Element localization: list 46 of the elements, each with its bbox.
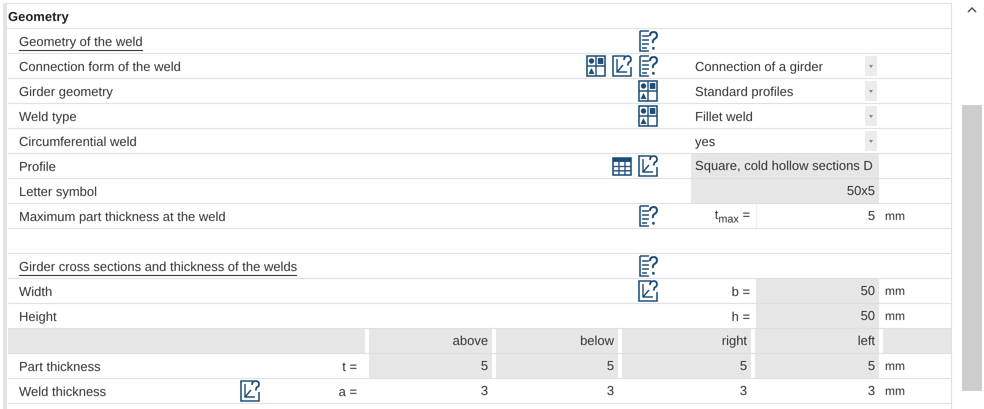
chart-help-icon[interactable] (638, 155, 658, 177)
field-label: Width (19, 284, 52, 298)
shapes-grid-icon[interactable] (638, 105, 658, 127)
caret-icon (865, 81, 878, 101)
help-document-icon[interactable] (638, 30, 658, 52)
section-title: Geometry (7, 8, 69, 24)
symbol-label: a = (338, 384, 358, 398)
caret-icon (865, 131, 878, 151)
output-field: 50x5 (691, 179, 880, 203)
field-label: Profile (19, 158, 56, 174)
chart-help-icon[interactable] (638, 280, 658, 302)
unit-label: mm (884, 309, 906, 323)
symbol-label: h = (730, 308, 752, 324)
field-label: Part thickness (19, 358, 101, 374)
field-label: Maximum part thickness at the weld (19, 208, 226, 224)
field-label: Weld thickness (19, 384, 106, 398)
shapes-grid-icon[interactable] (638, 80, 658, 102)
symbol-label: t$_{max}$ = (714, 206, 752, 226)
subsection-heading: Geometry of the weld (19, 34, 143, 50)
chart-help-icon[interactable] (240, 380, 260, 402)
table-icon[interactable] (612, 155, 632, 177)
unit-label: mm (884, 384, 906, 398)
field-label: Connection form of the weld (19, 58, 181, 74)
symbol-label: b = (730, 284, 752, 298)
unit-label: mm (884, 284, 906, 298)
help-document-icon[interactable] (638, 205, 658, 227)
output-field: Square, cold hollow sections D (691, 154, 880, 178)
caret-icon (865, 106, 878, 126)
field-label: Letter symbol (19, 184, 98, 198)
subsection-heading: Girder cross sections and thickness of the welds (19, 258, 298, 276)
scrollbar-thumb[interactable] (962, 105, 982, 391)
chart-help-icon[interactable] (612, 55, 632, 77)
output-field: 50 (756, 304, 880, 328)
caret-icon (865, 56, 878, 76)
output-field: 50 (756, 279, 880, 303)
unit-label: mm (884, 359, 906, 373)
shapes-grid-icon[interactable] (586, 55, 606, 77)
field-label: Girder geometry (19, 84, 113, 98)
field-label: Height (19, 308, 57, 324)
field-label: Circumferential weld (19, 134, 137, 148)
help-document-icon[interactable] (638, 255, 658, 277)
help-document-icon[interactable] (638, 55, 658, 77)
unit-label: mm (884, 209, 906, 223)
field-label: Weld type (19, 108, 77, 124)
symbol-label: t = (341, 358, 358, 374)
scroll-up-icon[interactable] (967, 6, 978, 14)
